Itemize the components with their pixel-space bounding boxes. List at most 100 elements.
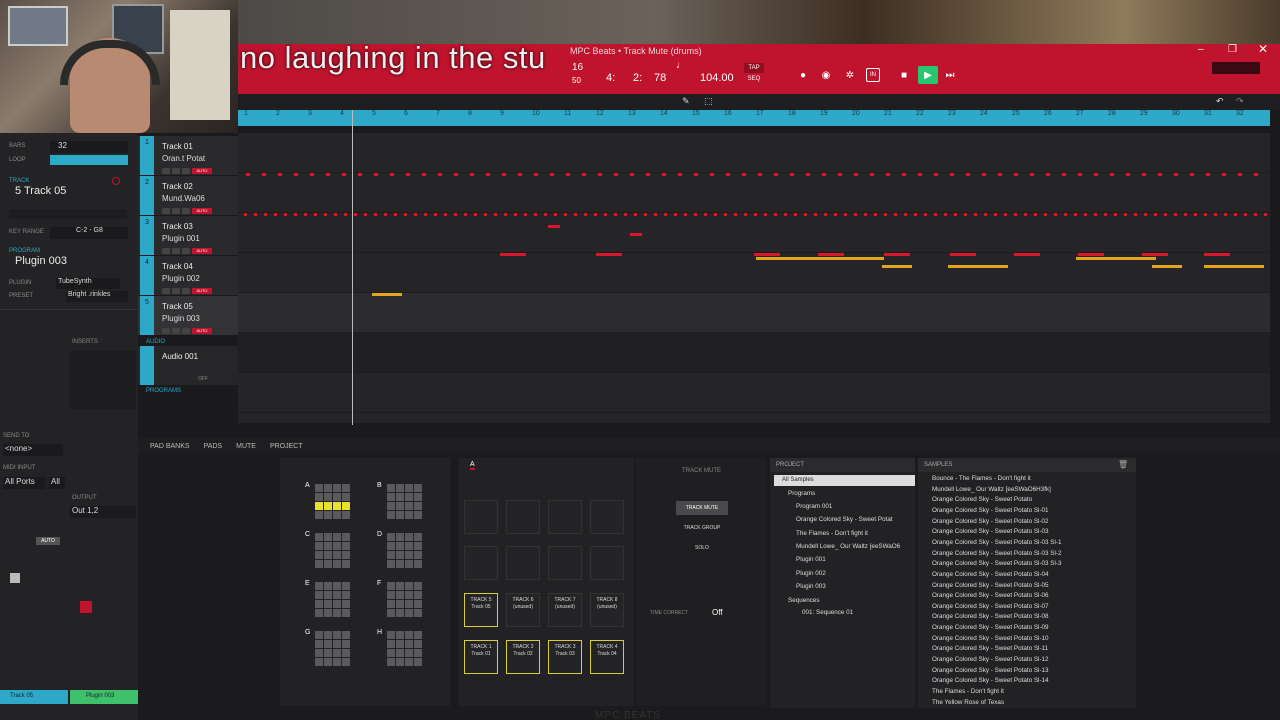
- midi-note[interactable]: [964, 213, 967, 216]
- pad-bank-d[interactable]: D: [377, 531, 425, 571]
- sample-item[interactable]: Orange Colored Sky - Sweet Potato Sl-12: [932, 656, 1049, 663]
- sample-item[interactable]: Orange Colored Sky - Sweet Potato Sl-03 …: [932, 539, 1062, 546]
- midi-note[interactable]: [596, 253, 622, 256]
- midi-note[interactable]: [754, 253, 780, 256]
- midi-note[interactable]: [790, 173, 794, 176]
- mute-button[interactable]: [162, 168, 170, 174]
- midi-note[interactable]: [544, 213, 547, 216]
- midi-note[interactable]: [684, 213, 687, 216]
- sample-item[interactable]: Mundell Lowe_ Our Waltz [eeSWaO6H3fk]: [932, 486, 1051, 493]
- pad-bank-a[interactable]: A: [305, 482, 353, 522]
- midi-note[interactable]: [1142, 173, 1146, 176]
- midi-note[interactable]: [246, 173, 250, 176]
- midi-note[interactable]: [604, 213, 607, 216]
- sequencer-lane[interactable]: [238, 293, 1270, 333]
- tab-pad-banks[interactable]: PAD BANKS: [150, 443, 190, 450]
- position-beat[interactable]: 2:: [633, 72, 642, 84]
- midi-note[interactable]: [914, 213, 917, 216]
- midi-note[interactable]: [994, 213, 997, 216]
- midi-note[interactable]: [1264, 213, 1267, 216]
- midi-note[interactable]: [754, 213, 757, 216]
- midi-note[interactable]: [630, 233, 642, 236]
- sequencer-lane[interactable]: [238, 213, 1270, 253]
- midi-note[interactable]: [594, 213, 597, 216]
- empty-pad[interactable]: [590, 500, 624, 534]
- track-program-select[interactable]: Plugin 002: [162, 274, 200, 283]
- midi-note[interactable]: [1124, 213, 1127, 216]
- tap-button[interactable]: TAP: [744, 63, 764, 73]
- midi-note[interactable]: [1064, 213, 1067, 216]
- midi-note[interactable]: [422, 173, 426, 176]
- preset-select[interactable]: Bright .rinkles: [66, 291, 128, 302]
- midi-note[interactable]: [614, 173, 618, 176]
- auto-button[interactable]: AUTO: [192, 288, 212, 294]
- midi-note[interactable]: [582, 173, 586, 176]
- midi-note[interactable]: [304, 213, 307, 216]
- position-bar[interactable]: 4:: [606, 72, 615, 84]
- pencil-icon[interactable]: ✎: [682, 96, 690, 107]
- sample-item[interactable]: Orange Colored Sky - Sweet Potato Sl-14: [932, 677, 1049, 684]
- midi-note[interactable]: [454, 213, 457, 216]
- midi-note[interactable]: [374, 173, 378, 176]
- record-arm-icon[interactable]: [112, 177, 120, 185]
- programs-folder[interactable]: Programs: [788, 490, 815, 497]
- output-select[interactable]: Out 1,2: [70, 506, 136, 518]
- midi-note[interactable]: [1142, 253, 1168, 256]
- track-tools[interactable]: [9, 209, 127, 219]
- midi-note[interactable]: [624, 213, 627, 216]
- sample-item[interactable]: Orange Colored Sky - Sweet Potato Sl-03 …: [932, 560, 1062, 567]
- undo-icon[interactable]: ↶: [1216, 96, 1224, 107]
- sequencer-lane[interactable]: [238, 333, 1270, 373]
- play-icon[interactable]: ▶: [918, 66, 938, 84]
- midi-note[interactable]: [414, 213, 417, 216]
- midi-note[interactable]: [948, 265, 1008, 268]
- seq-button[interactable]: SEQ: [744, 76, 764, 85]
- sequencer-lane[interactable]: [238, 373, 1270, 413]
- solo-button[interactable]: [172, 288, 180, 294]
- track-pad[interactable]: TRACK 7 (unused): [548, 593, 582, 627]
- auto-button[interactable]: AUTO: [192, 328, 212, 334]
- midi-note[interactable]: [500, 253, 526, 256]
- record-button[interactable]: [182, 288, 190, 294]
- midi-note[interactable]: [806, 173, 810, 176]
- solo-button[interactable]: [172, 248, 180, 254]
- midi-note[interactable]: [1144, 213, 1147, 216]
- in-icon[interactable]: IN: [866, 68, 880, 82]
- midi-channel-select[interactable]: All: [49, 477, 65, 489]
- record-icon[interactable]: ●: [796, 68, 810, 82]
- midi-note[interactable]: [822, 173, 826, 176]
- midi-note[interactable]: [984, 213, 987, 216]
- empty-pad[interactable]: [464, 546, 498, 580]
- midi-note[interactable]: [584, 213, 587, 216]
- time-correct-select[interactable]: Off: [712, 608, 752, 618]
- midi-note[interactable]: [486, 173, 490, 176]
- empty-pad[interactable]: [506, 546, 540, 580]
- midi-note[interactable]: [644, 213, 647, 216]
- midi-note[interactable]: [934, 213, 937, 216]
- midi-note[interactable]: [726, 173, 730, 176]
- midi-note[interactable]: [514, 213, 517, 216]
- auto-button[interactable]: AUTO: [192, 168, 212, 174]
- sequencer-lane[interactable]: [238, 173, 1270, 213]
- midi-note[interactable]: [534, 173, 538, 176]
- sample-item[interactable]: Bounce - The Flames - Don't fight it: [932, 475, 1031, 482]
- midi-note[interactable]: [646, 173, 650, 176]
- midi-note[interactable]: [1214, 213, 1217, 216]
- mute-button[interactable]: [162, 208, 170, 214]
- select-icon[interactable]: ⬚: [704, 96, 713, 107]
- midi-note[interactable]: [470, 173, 474, 176]
- solo-button[interactable]: [172, 208, 180, 214]
- volume-fader[interactable]: [10, 573, 20, 583]
- midi-note[interactable]: [364, 213, 367, 216]
- project-item[interactable]: Plugin 003: [796, 583, 826, 590]
- midi-note[interactable]: [1014, 173, 1018, 176]
- midi-note[interactable]: [884, 213, 887, 216]
- midi-note[interactable]: [710, 173, 714, 176]
- midi-note[interactable]: [1078, 173, 1082, 176]
- midi-note[interactable]: [742, 173, 746, 176]
- track-mute-button[interactable]: TRACK MUTE: [676, 501, 728, 515]
- midi-note[interactable]: [274, 213, 277, 216]
- project-item[interactable]: Plugin 002: [796, 570, 826, 577]
- empty-pad[interactable]: [548, 500, 582, 534]
- bpm-display[interactable]: 104.00: [700, 72, 734, 84]
